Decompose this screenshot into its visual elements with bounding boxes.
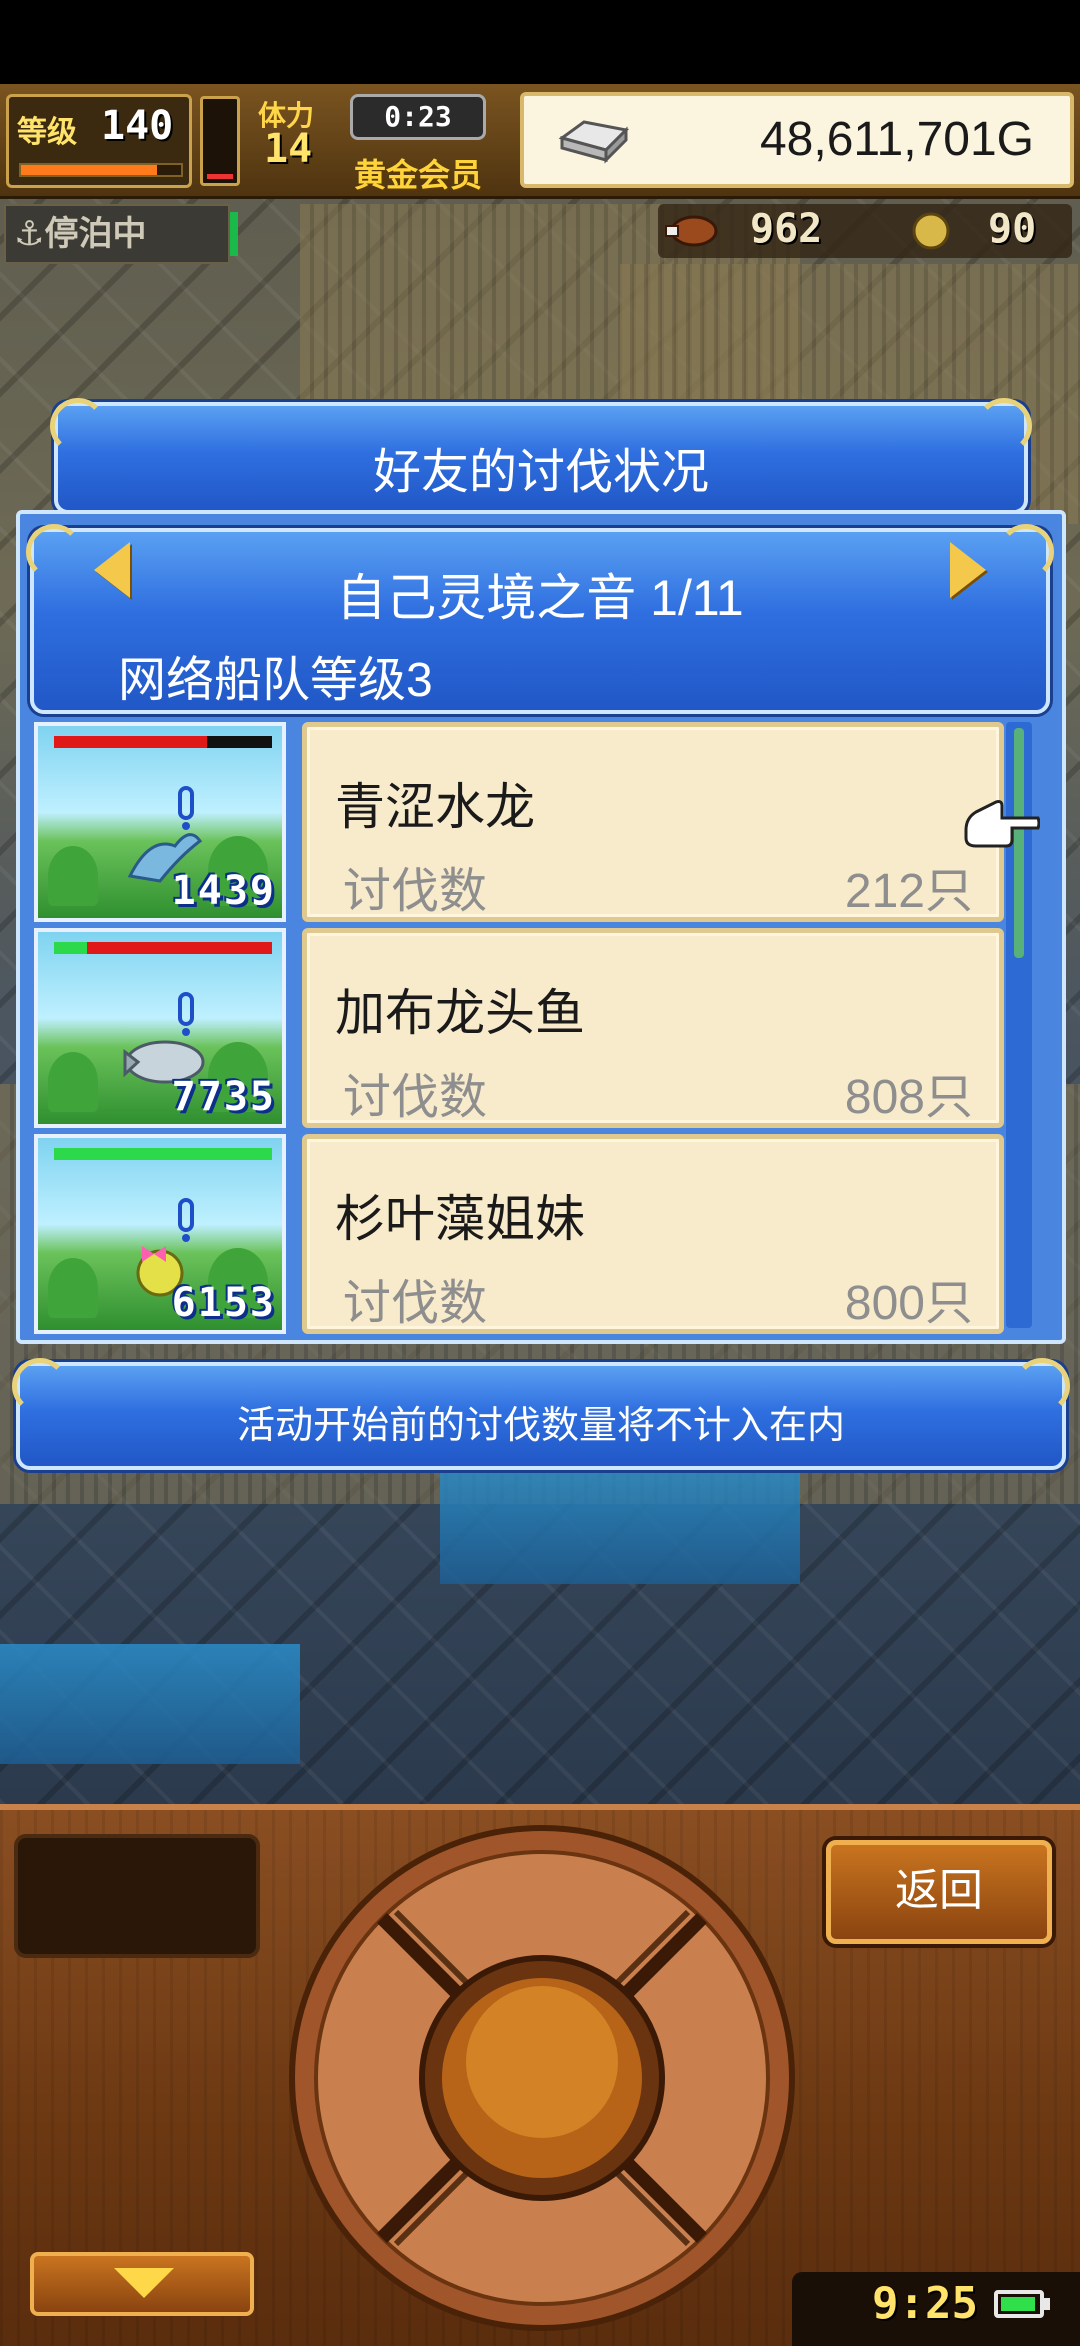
exp-fill: [21, 165, 157, 175]
kill-count: 800只: [844, 1277, 973, 1330]
monster-thumbnail: 1439: [34, 722, 286, 922]
hp-fill-green: [54, 1148, 272, 1160]
kill-label: 讨伐数: [343, 1071, 488, 1124]
dpad-control[interactable]: [286, 1822, 798, 2334]
stamina-timer: 0:23: [350, 94, 486, 140]
money-value: 48,611,701G: [759, 113, 1034, 166]
list-item[interactable]: 7735 加布龙头鱼 讨伐数 808只: [34, 928, 1034, 1130]
monster-card[interactable]: 加布龙头鱼 讨伐数 808只: [302, 928, 1004, 1128]
monster-thumbnail: 6153: [34, 1134, 286, 1334]
resource-1-value: 962: [750, 206, 823, 252]
kill-label: 讨伐数: [343, 1277, 488, 1330]
friend-name: 自己灵境之音 1/11: [336, 570, 744, 626]
level-box: 等级 140: [6, 94, 192, 188]
monster-number: 6153: [171, 1280, 276, 1326]
pointing-hand-icon: [964, 800, 1040, 848]
stamina-gauge: [200, 96, 240, 186]
level-label: 等级: [17, 115, 77, 150]
monster-card[interactable]: 青涩水龙 讨伐数 212只: [302, 722, 1004, 922]
monster-name: 杉叶藻姐妹: [335, 1191, 585, 1247]
dialog-title-bar: 好友的讨伐状况: [50, 398, 1032, 514]
empty-slot: [14, 1834, 260, 1958]
monster-number: 1439: [171, 868, 276, 914]
dock-status-bar: [230, 212, 238, 256]
monster-thumbnail: 7735: [34, 928, 286, 1128]
medal-icon: [912, 212, 950, 250]
controller-panel: 返回 9:25: [0, 1804, 1080, 2346]
water-channel: [440, 1464, 800, 1584]
battery-icon: [994, 2290, 1044, 2318]
monster-name: 青涩水龙: [335, 779, 535, 835]
list-item[interactable]: 6153 杉叶藻姐妹 讨伐数 800只: [34, 1134, 1034, 1336]
hp-bar: [54, 736, 272, 748]
monster-name: 加布龙头鱼: [335, 985, 585, 1041]
stamina-fill: [207, 174, 233, 179]
resource-2-value: 90: [988, 206, 1037, 252]
clock: 9:25: [872, 2278, 978, 2329]
resource-box: 962 90: [658, 204, 1072, 258]
hp-bar: [54, 1148, 272, 1160]
menu-down-button[interactable]: [30, 2252, 254, 2316]
bush: [48, 1258, 98, 1318]
hp-bar: [54, 942, 272, 954]
battery-tip: [1044, 2298, 1050, 2310]
chevron-down-icon: [114, 2268, 174, 2298]
anchor-icon: ⚓: [14, 214, 45, 254]
meat-icon: [665, 215, 718, 247]
back-button[interactable]: 返回: [826, 1840, 1052, 1944]
battery-fill: [1001, 2297, 1035, 2311]
fleet-level: 网络船队等级3: [118, 654, 433, 707]
status-clock-box: 9:25: [792, 2272, 1080, 2346]
hp-fill-green: [54, 942, 87, 954]
water-channel: [0, 1644, 300, 1764]
money-display[interactable]: 48,611,701G: [520, 92, 1074, 188]
dock-status-label: 停泊中: [44, 214, 147, 254]
monster-list[interactable]: 1439 青涩水龙 讨伐数 212只 7735 加布龙头鱼 讨伐数 808只 6…: [34, 722, 1034, 1336]
membership-box: 体力 14 0:23 黄金会员: [250, 90, 510, 194]
bush: [48, 1052, 98, 1112]
dialog-title: 好友的讨伐状况: [372, 446, 709, 499]
exp-bar: [19, 163, 183, 177]
level-value: 140: [101, 103, 174, 149]
monster-card[interactable]: 杉叶藻姐妹 讨伐数 800只: [302, 1134, 1004, 1334]
list-item[interactable]: 1439 青涩水龙 讨伐数 212只: [34, 722, 1034, 924]
membership-badge: 黄金会员: [354, 156, 483, 194]
notice-panel: 活动开始前的讨伐数量将不计入在内: [12, 1358, 1070, 1470]
silver-ingot-icon: [558, 120, 630, 164]
kill-count: 808只: [844, 1071, 973, 1124]
stamina-value: 14: [264, 126, 313, 172]
monster-number: 7735: [171, 1074, 276, 1120]
bush: [48, 846, 98, 906]
notice-text: 活动开始前的讨伐数量将不计入在内: [236, 1405, 845, 1447]
hp-fill-red: [54, 736, 207, 748]
status-hud: 等级 140 体力 14 0:23 黄金会员 48,611,701G: [0, 84, 1080, 199]
friend-header: 自己灵境之音 1/11 网络船队等级3: [26, 524, 1054, 714]
kill-count: 212只: [844, 865, 973, 918]
hp-fill-red: [86, 942, 272, 954]
kill-label: 讨伐数: [343, 865, 488, 918]
dock-status: ⚓停泊中: [4, 204, 238, 264]
